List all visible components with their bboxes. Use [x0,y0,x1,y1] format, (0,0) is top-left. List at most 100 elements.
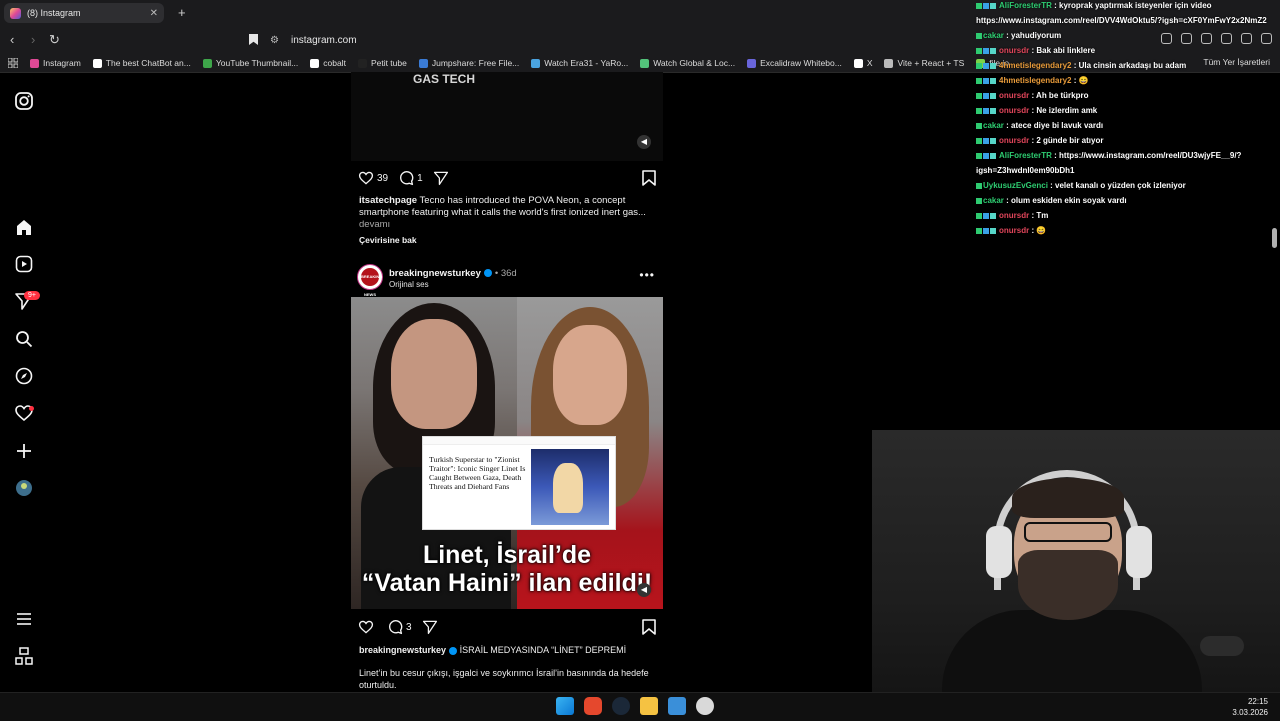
bookmark-item[interactable]: Jumpshare: Free File... [418,58,519,68]
chat-badge-icon [990,212,996,219]
post-media-video[interactable]: Turkish Superstar to "Zionist Traitor": … [351,297,663,609]
volume-icon[interactable]: ◀ [637,135,651,149]
chat-badge-icon [983,47,989,54]
chat-username: onursdr [999,211,1030,220]
bookmark-item[interactable]: Instagram [30,58,81,68]
apps-grid-icon[interactable] [8,58,18,68]
bookmark-favicon-icon [310,58,320,68]
explore-icon[interactable] [14,366,34,386]
share-icon [422,620,437,635]
chat-text: Ah be türkpro [1036,91,1089,100]
author-username[interactable]: breakingnewsturkey [389,268,481,279]
chat-badge-icon [983,92,989,99]
create-plus-icon[interactable] [14,441,34,461]
video-controls-pill[interactable] [1200,636,1244,656]
caption-username[interactable]: breakingnewsturkey [359,645,446,655]
author-avatar[interactable]: BREAKING NEWS [357,264,383,297]
reload-button[interactable]: ↻ [49,32,60,48]
site-settings-icon[interactable]: ⚙ [270,35,279,46]
post-age[interactable]: • 36d [495,268,517,279]
bookmark-favicon-icon [357,58,367,68]
share-button[interactable] [433,170,452,186]
chat-badge-icon [990,152,996,159]
save-bookmark-icon[interactable] [642,619,656,635]
like-button[interactable]: 39 [358,170,388,186]
chat-badge-icon [990,2,996,9]
system-clock[interactable]: 22:15 3.03.2026 [1232,696,1268,718]
volume-icon[interactable]: ◀ [637,583,651,597]
chat-message: cakar : olum eskiden ekin soyak vardı [976,195,1276,206]
also-from-meta-icon[interactable] [14,646,34,666]
post-media-video[interactable]: GAS TECH ◀ [351,72,663,161]
url-text[interactable]: instagram.com [291,35,357,46]
home-icon[interactable] [14,217,34,237]
bookmark-item[interactable]: YouTube Thumbnail... [202,58,298,68]
notification-dot [29,406,34,411]
bookmark-item[interactable]: X [853,58,872,68]
address-bar[interactable]: ⚙ instagram.com [270,30,970,50]
file-explorer-icon[interactable] [640,697,658,715]
chat-message: onursdr : Ah be türkpro [976,90,1276,101]
chat-text: kyroprak yaptırmak isteyenler için video [1059,1,1212,10]
post-header: BREAKING NEWS breakingnewsturkey • 36d Or… [357,264,663,297]
steam-icon[interactable] [612,697,630,715]
chat-text: https://www.instagram.com/reel/DU3wjyFE_… [1059,151,1242,160]
article-headline: Turkish Superstar to "Zionist Traitor": … [429,455,526,491]
caption-body: Linet’in bu cesur çıkışı, işgalci ve soy… [359,668,649,690]
bookmark-page-icon[interactable] [249,34,258,45]
more-options-icon[interactable]: ••• [639,268,655,282]
tab-close-icon[interactable]: ✕ [150,8,158,19]
back-button[interactable]: ‹ [10,32,14,47]
profile-avatar-icon[interactable] [14,478,34,498]
brave-browser-icon[interactable] [584,697,602,715]
video-caption-overlay: Linet, İsrail’de “Vatan Haini” ilan edil… [351,541,663,597]
bookmark-item[interactable]: Excalidraw Whitebo... [747,58,842,68]
comment-count: 3 [406,621,412,633]
bookmark-favicon-icon [92,58,102,68]
see-translation-link[interactable]: Çevirisine bak [359,235,417,245]
chat-text: olum eskiden ekin soyak vardı [1011,196,1127,205]
save-bookmark-icon[interactable] [642,170,656,186]
chat-badge-icon [983,2,989,9]
more-menu-icon[interactable] [14,609,34,629]
chat-text: Ula cinsin arkadaşı bu adam [1078,61,1187,70]
windows-start-icon[interactable] [556,697,574,715]
scrollbar-thumb[interactable] [1272,228,1277,248]
recording-app-icon[interactable] [696,697,714,715]
bookmark-label: Watch Era31 - YaRo... [544,58,629,68]
app-icon[interactable] [668,697,686,715]
bookmark-item[interactable]: Watch Global & Loc... [640,58,735,68]
chat-badge-icon [976,47,982,54]
chat-message: onursdr : Bak abi linklere [976,45,1276,56]
bookmark-item[interactable]: The best ChatBot an... [92,58,191,68]
comment-button[interactable]: 3 [387,619,412,635]
post-actions: 39 1 [358,168,664,188]
original-audio-link[interactable]: Orijinal ses [389,280,429,289]
caption-username[interactable]: itsatechpage [359,195,417,206]
bookmark-label: cobalt [323,58,346,68]
bookmark-item[interactable]: Vite + React + TS [884,58,964,68]
share-button[interactable] [422,619,441,635]
bookmark-label: Instagram [43,58,81,68]
bookmark-favicon-icon [747,58,757,68]
tab-instagram[interactable]: (8) Instagram ✕ [4,3,164,23]
bookmark-item[interactable]: Petit tube [357,58,407,68]
comment-button[interactable]: 1 [398,170,423,186]
bookmark-item[interactable]: cobalt [310,58,346,68]
chat-message: 4hmetislegendary2 : 😄 [976,75,1276,86]
chat-message: AliForesterTR : https://www.instagram.co… [976,150,1276,161]
forward-button[interactable]: › [31,32,35,47]
like-button[interactable] [358,619,377,635]
bookmark-item[interactable]: Watch Era31 - YaRo... [531,58,628,68]
bookmark-label: The best ChatBot an... [105,58,191,68]
bookmark-favicon-icon [418,58,428,68]
new-tab-button[interactable]: + [178,5,186,20]
instagram-logo-icon[interactable] [14,91,34,111]
caption-more-link[interactable]: devamı [359,219,390,230]
bookmark-favicon-icon [884,58,894,68]
chat-badge-icon [976,2,982,9]
chat-message: onursdr : Tm [976,210,1276,221]
reels-icon[interactable] [14,254,34,274]
search-icon[interactable] [14,329,34,349]
chat-badge-icon [976,62,982,69]
